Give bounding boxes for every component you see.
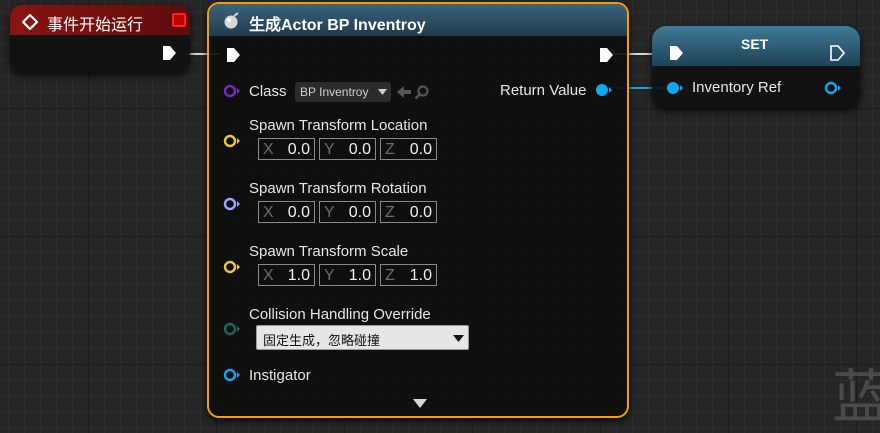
x-axis-label: X bbox=[263, 204, 274, 221]
use-selected-asset-arrow-icon[interactable] bbox=[396, 84, 412, 100]
y-axis-label: Y bbox=[324, 267, 335, 284]
location-y-field[interactable]: Y 0.0 bbox=[319, 138, 376, 160]
spawn-actor-node[interactable]: 生成Actor BP Inventroy Class BP Inventroy … bbox=[207, 2, 629, 418]
set-exec-out-pin[interactable] bbox=[829, 45, 845, 61]
scale-pin[interactable] bbox=[223, 260, 241, 274]
rotation-z-field[interactable]: Z 0.0 bbox=[380, 201, 437, 223]
browse-asset-search-icon[interactable] bbox=[414, 84, 430, 100]
spawn-exec-out-pin[interactable] bbox=[598, 47, 614, 63]
collision-pin[interactable] bbox=[223, 322, 241, 336]
scale-label: Spawn Transform Scale bbox=[249, 243, 409, 260]
y-axis-label: Y bbox=[324, 141, 335, 158]
collision-dropdown-value: 固定生成，忽略碰撞 bbox=[263, 333, 381, 348]
scale-y-value: 1.0 bbox=[348, 267, 371, 284]
return-value-label: Return Value bbox=[500, 82, 587, 99]
set-inventory-ref-in-pin[interactable] bbox=[666, 81, 684, 95]
advanced-pins-expand-arrow-icon[interactable] bbox=[413, 399, 427, 409]
chevron-down-icon bbox=[453, 335, 464, 342]
location-label: Spawn Transform Location bbox=[249, 117, 428, 134]
event-exec-out-pin[interactable] bbox=[161, 45, 177, 61]
inventory-ref-label: Inventory Ref bbox=[692, 79, 782, 96]
z-axis-label: Z bbox=[385, 141, 395, 158]
scale-x-value: 1.0 bbox=[287, 267, 310, 284]
spawn-function-icon bbox=[224, 12, 239, 29]
collision-label: Collision Handling Override bbox=[249, 306, 431, 323]
rotation-y-value: 0.0 bbox=[348, 204, 371, 221]
class-label: Class bbox=[249, 83, 287, 100]
location-z-field[interactable]: Z 0.0 bbox=[380, 138, 437, 160]
class-pin[interactable] bbox=[223, 84, 241, 98]
rotation-y-field[interactable]: Y 0.0 bbox=[319, 201, 376, 223]
event-delegate-icon[interactable] bbox=[172, 13, 186, 27]
x-axis-label: X bbox=[263, 267, 274, 284]
return-value-pin[interactable] bbox=[595, 83, 613, 97]
rotation-pin[interactable] bbox=[223, 197, 241, 211]
spawn-exec-in-pin[interactable] bbox=[225, 47, 241, 63]
z-axis-label: Z bbox=[385, 267, 395, 284]
blueprint-watermark: 蓝 bbox=[832, 368, 880, 431]
spawn-node-title: 生成Actor BP Inventroy bbox=[249, 17, 426, 34]
rotation-x-value: 0.0 bbox=[287, 204, 310, 221]
scale-x-field[interactable]: X 1.0 bbox=[258, 264, 315, 286]
rotation-label: Spawn Transform Rotation bbox=[249, 180, 427, 197]
z-axis-label: Z bbox=[385, 204, 395, 221]
location-y-value: 0.0 bbox=[348, 141, 371, 158]
set-node-title: SET bbox=[741, 36, 769, 52]
set-inventory-ref-out-pin[interactable] bbox=[824, 81, 842, 95]
location-x-field[interactable]: X 0.0 bbox=[258, 138, 315, 160]
scale-z-field[interactable]: Z 1.0 bbox=[380, 264, 437, 286]
set-variable-node[interactable]: SET Inventory Ref bbox=[652, 26, 860, 108]
rotation-z-value: 0.0 bbox=[409, 204, 432, 221]
event-begin-play-node[interactable]: 事件开始运行 bbox=[10, 5, 190, 73]
class-dropdown-value: BP Inventroy bbox=[300, 85, 369, 99]
location-pin[interactable] bbox=[223, 134, 241, 148]
instigator-pin[interactable] bbox=[223, 368, 241, 382]
y-axis-label: Y bbox=[324, 204, 335, 221]
location-z-value: 0.0 bbox=[409, 141, 432, 158]
set-exec-in-pin[interactable] bbox=[668, 45, 684, 61]
event-node-title: 事件开始运行 bbox=[47, 17, 144, 34]
x-axis-label: X bbox=[263, 141, 274, 158]
location-x-value: 0.0 bbox=[287, 141, 310, 158]
event-diamond-icon bbox=[22, 14, 38, 30]
scale-z-value: 1.0 bbox=[409, 267, 432, 284]
rotation-x-field[interactable]: X 0.0 bbox=[258, 201, 315, 223]
chevron-down-icon bbox=[378, 89, 387, 95]
scale-y-field[interactable]: Y 1.0 bbox=[319, 264, 376, 286]
class-dropdown[interactable]: BP Inventroy bbox=[295, 82, 391, 102]
collision-dropdown[interactable]: 固定生成，忽略碰撞 bbox=[256, 325, 469, 350]
instigator-label: Instigator bbox=[249, 367, 311, 384]
